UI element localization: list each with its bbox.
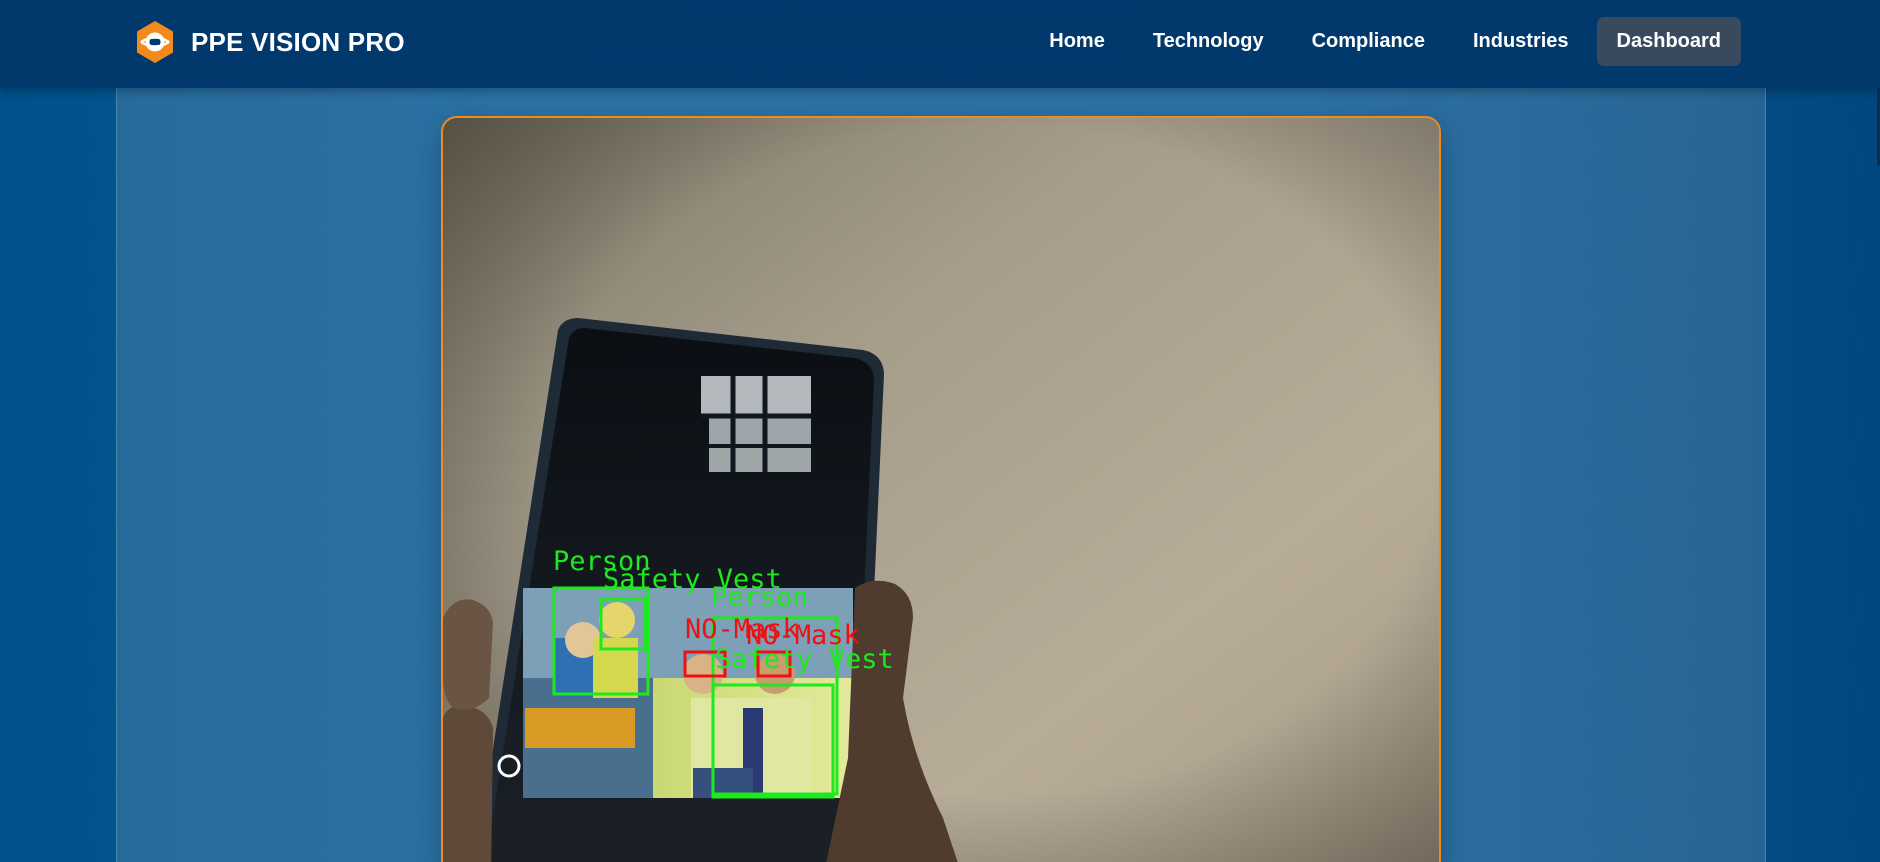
- nav-home[interactable]: Home: [1029, 17, 1125, 66]
- nav-technology[interactable]: Technology: [1133, 17, 1284, 66]
- page-title-behind-nav: Live PPE Detection Feed: [685, 0, 1131, 17]
- brand-name: PPE VISION PRO: [191, 26, 405, 57]
- nav-compliance[interactable]: Compliance: [1292, 17, 1445, 66]
- nav-industries[interactable]: Industries: [1453, 17, 1589, 66]
- brand-logo-icon: [137, 21, 173, 63]
- nav-dashboard[interactable]: Dashboard: [1596, 16, 1741, 66]
- top-navbar: Live PPE Detection Feed Real-time monito…: [0, 0, 1880, 88]
- live-video-feed: Person Safety Vest Person NO-Mask NO-Mas…: [441, 116, 1441, 862]
- detection-label-vest-2: Safety Vest: [715, 644, 894, 675]
- nav-links: Home Technology Compliance Industries Da…: [1029, 16, 1741, 66]
- brand[interactable]: PPE VISION PRO: [133, 21, 405, 63]
- camera-frame: Person Safety Vest Person NO-Mask NO-Mas…: [443, 118, 1439, 862]
- detection-label-person-2: Person: [711, 582, 809, 613]
